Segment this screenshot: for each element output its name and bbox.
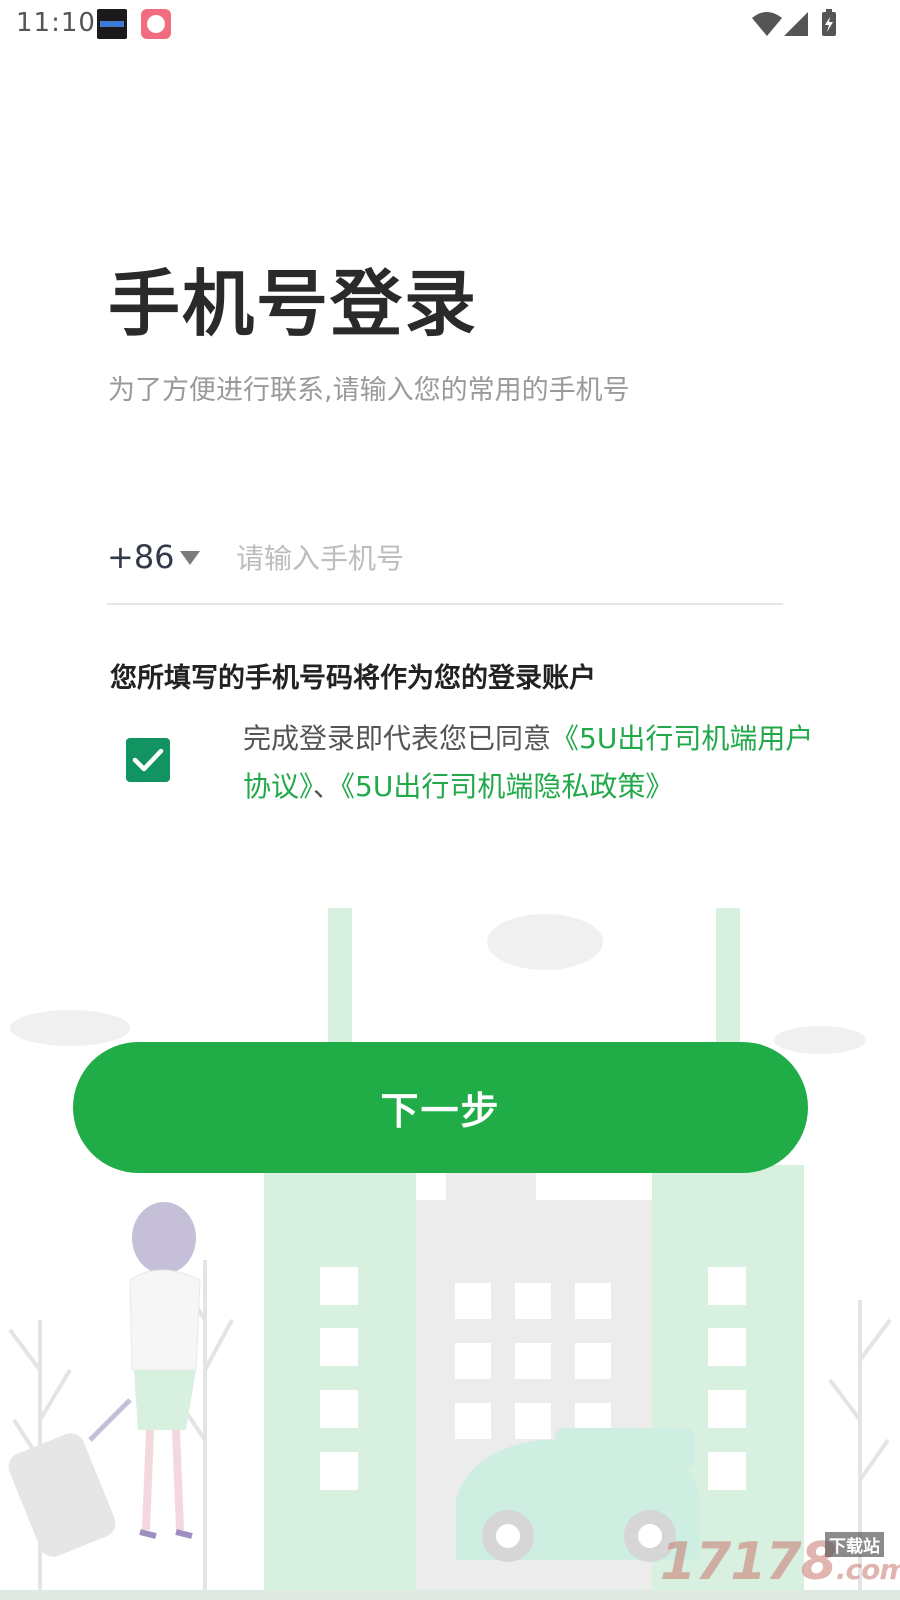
checkmark-icon [132,748,164,772]
site-watermark-logo: 17178.com 下载站 [660,1526,900,1596]
agreement-separator: 、 [313,770,342,803]
signal-icon [784,12,808,36]
phone-number-input[interactable] [236,532,776,584]
clock-app-icon [97,9,127,39]
system-status-icons [752,9,836,36]
building-middle-top [446,1170,536,1230]
agreement-prefix: 完成登录即代表您已同意 [243,722,552,755]
page-subtitle: 为了方便进行联系,请输入您的常用的手机号 [108,375,630,406]
agreement-text: 完成登录即代表您已同意《5U出行司机端用户协议》、《5U出行司机端隐私政策》 [243,715,833,811]
city-illustration [0,908,900,1600]
status-time: 11:10 [16,8,96,38]
page-title: 手机号登录 [108,262,479,346]
next-step-button[interactable]: 下一步 [73,1042,808,1173]
input-underline [107,603,783,605]
wifi-icon [752,12,782,36]
country-code-selector[interactable]: +86 [107,538,175,576]
caret-down-icon[interactable] [180,551,200,565]
agreement-checkbox[interactable] [126,738,170,782]
login-screen: 11:10 手机号登录 为了方便进行联系,请输入您的常用的手机号 +86 您所填… [0,0,900,1600]
account-note: 您所填写的手机号码将作为您的登录账户 [110,663,596,694]
watermark-tag: 下载站 [825,1532,884,1557]
woman-figure [8,1202,201,1557]
status-bar: 11:10 [0,0,900,50]
recorder-app-icon [141,9,171,39]
building-left [264,1170,416,1600]
privacy-policy-link[interactable]: 《5U出行司机端隐私政策》 [341,770,673,803]
